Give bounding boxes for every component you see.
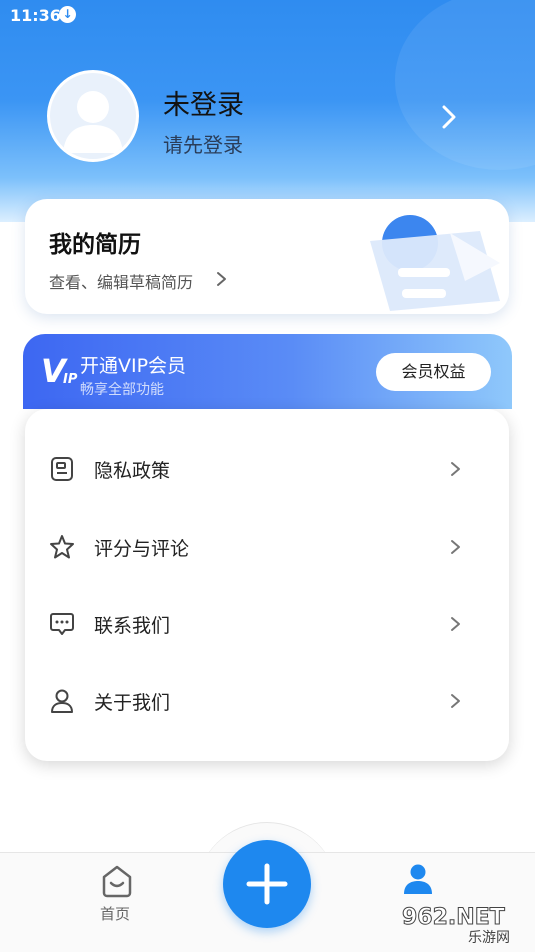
person-filled-icon [404,864,432,894]
menu-item-label: 关于我们 [94,692,171,714]
vip-benefits-button[interactable]: 会员权益 [376,353,491,391]
tab-home-label[interactable]: 首页 [100,903,130,924]
home-icon [102,865,132,898]
watermark-logo: 962.NET 乐游网 [402,905,511,947]
settings-menu: 隐私政策 评分与评论 联系我们 关于我们 [25,409,509,761]
plus-icon [246,863,288,905]
chevron-right-icon[interactable] [438,104,460,130]
tab-profile[interactable] [400,861,436,901]
user-outline-icon [51,689,73,713]
chevron-right-icon [451,462,460,476]
vip-subtitle: 畅享全部功能 [80,382,164,398]
resume-subtitle[interactable]: 查看、编辑草稿简历 [49,269,193,293]
resume-card[interactable]: 我的简历 查看、编辑草稿简历 [25,199,509,314]
vip-banner[interactable]: V IP 开通VIP会员 畅享全部功能 会员权益 [23,334,512,409]
watermark-text: 962.NET [402,905,505,930]
resume-title: 我的简历 [49,232,141,258]
status-time: 11:36 [10,6,61,25]
person-icon [63,91,123,153]
chevron-right-icon [451,617,460,631]
watermark-subtext: 乐游网 [468,930,510,946]
menu-item-privacy-policy[interactable]: 隐私政策 [25,439,509,499]
menu-item-label: 隐私政策 [94,460,171,482]
vip-title: 开通VIP会员 [80,355,187,377]
avatar[interactable] [47,70,139,162]
chevron-right-icon [451,694,460,708]
menu-item-about-us[interactable]: 关于我们 [25,671,509,731]
star-icon [50,535,74,559]
chevron-right-icon [217,272,226,286]
chat-bubble-icon [50,613,74,635]
document-icon [51,457,73,481]
profile-login-prompt[interactable]: 请先登录 [163,129,243,158]
menu-item-rating[interactable]: 评分与评论 [25,517,509,577]
status-bar: 11:36 ↓ [0,0,535,30]
menu-item-contact-us[interactable]: 联系我们 [25,594,509,654]
menu-item-label: 联系我们 [94,615,171,637]
resume-paper-icon [370,215,500,311]
chevron-right-icon [451,540,460,554]
profile-section[interactable]: 未登录 请先登录 [0,60,535,180]
vip-logo-suffix: IP [63,372,78,387]
profile-name: 未登录 [163,90,244,121]
add-button[interactable] [223,840,311,928]
menu-item-label: 评分与评论 [94,538,190,560]
download-icon: ↓ [59,6,76,23]
